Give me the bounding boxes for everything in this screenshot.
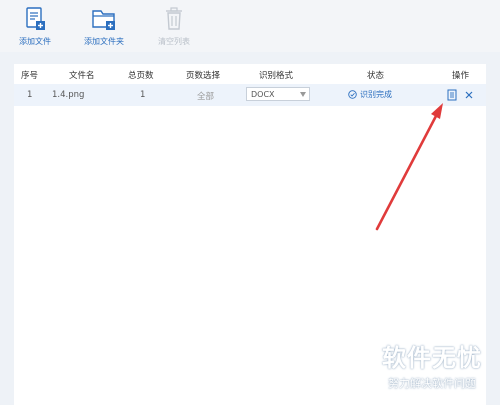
format-select-value: DOCX (251, 90, 275, 99)
add-folder-button[interactable]: 添加文件夹 (69, 6, 139, 50)
add-file-icon (26, 7, 45, 30)
header-actions: 操作 (452, 71, 470, 81)
chevron-down-icon (300, 92, 306, 97)
clear-list-label: 清空列表 (158, 37, 190, 46)
status-badge: 识别完成 (348, 89, 392, 100)
row-filename: 1.4.png (52, 90, 85, 100)
check-circle-icon (348, 90, 357, 99)
header-filename: 文件名 (69, 71, 95, 81)
add-folder-icon (92, 10, 115, 30)
toolbar: 添加文件 添加文件夹 清空列表 (0, 0, 500, 52)
open-document-icon[interactable] (446, 89, 458, 101)
table-row[interactable]: 1 1.4.png 1 全部 DOCX 识别完成 (14, 84, 486, 106)
add-file-label: 添加文件 (19, 37, 51, 46)
add-folder-label: 添加文件夹 (84, 37, 124, 46)
status-text: 识别完成 (360, 90, 392, 99)
add-file-button[interactable]: 添加文件 (0, 6, 70, 50)
trash-icon (166, 7, 182, 30)
header-format: 识别格式 (259, 71, 294, 81)
close-icon[interactable] (463, 89, 475, 101)
row-index: 1 (27, 90, 33, 100)
watermark: 软件无忧 努力解决软件问题 (382, 338, 482, 391)
header-index: 序号 (21, 71, 39, 81)
row-page-select[interactable]: 全部 (197, 90, 214, 102)
header-total-pages: 总页数 (128, 71, 154, 81)
format-select[interactable]: DOCX (246, 87, 310, 101)
clear-list-button[interactable]: 清空列表 (139, 6, 209, 50)
table-header: 序号 文件名 总页数 页数选择 识别格式 状态 操作 (14, 64, 486, 84)
row-pages: 1 (140, 90, 146, 100)
watermark-subtitle: 努力解决软件问题 (388, 377, 476, 390)
watermark-title: 软件无忧 (382, 344, 482, 372)
header-page-select: 页数选择 (186, 71, 221, 81)
header-status: 状态 (367, 71, 385, 81)
